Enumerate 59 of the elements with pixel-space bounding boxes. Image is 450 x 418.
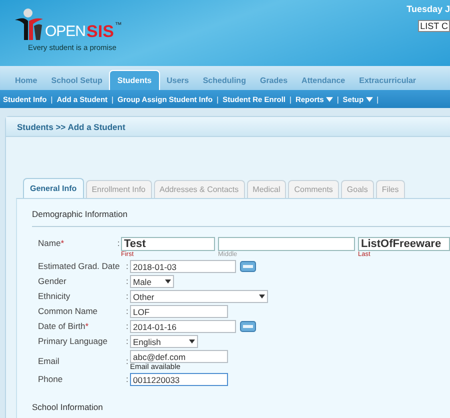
tab[interactable]: Enrollment Info [86,180,152,198]
nav-tab[interactable]: School Setup [44,71,110,90]
field-label: Email [38,355,60,366]
text-input[interactable]: LOF [130,305,228,318]
colon: : [126,260,130,271]
colon: : [117,237,121,248]
nav-tab[interactable]: Grades [252,71,295,90]
dropdown[interactable]: English [130,335,198,348]
calendar-icon[interactable] [240,261,256,272]
colon: : [126,355,130,366]
school-dropdown[interactable]: LIST C [418,20,450,32]
section-title: Demographic Information [32,209,128,219]
breadcrumb: Students >> Add a Student [17,122,126,132]
caret-icon [259,294,265,299]
caret-icon [366,96,373,102]
calendar-icon[interactable] [240,321,256,332]
field-label: Ethnicity [38,290,72,301]
nav-tab[interactable]: Attendance [294,71,352,90]
field-label: Name* [38,237,65,248]
field-label: Gender [38,275,68,286]
section-title: School Information [32,402,104,412]
colon: : [126,305,130,316]
dropdown[interactable]: Other [130,290,268,303]
field-label: Primary Language [38,335,108,346]
colon: : [126,290,130,301]
name-input[interactable]: Test [121,237,215,251]
figure-logo-icon [14,8,44,42]
tab[interactable]: Comments [288,180,339,198]
field-label: Phone [38,373,64,384]
colon: : [126,335,130,346]
caret-icon [189,339,195,344]
date-input[interactable]: 2018-01-03 [130,260,236,273]
logo-text: OPEN [45,24,86,39]
tab[interactable]: Medical [246,180,286,198]
name-input[interactable]: ListOfFreeware [358,237,450,251]
nav-tab[interactable]: Extracurricular [352,71,424,90]
tab[interactable]: Addresses & Contacts [154,180,245,198]
field-label: Common Name [38,305,99,316]
tab[interactable]: Goals [340,180,374,198]
text-input[interactable]: abc@def.com [130,350,228,363]
field-label: Estimated Grad. Date [38,260,121,271]
nav-tab[interactable]: Users [160,71,196,90]
logo-text: SIS [86,23,114,40]
date-text: Tuesday J [406,4,450,14]
name-input[interactable] [218,237,355,251]
nav-tab[interactable]: Home [8,71,44,90]
caret-icon [326,96,333,102]
nav-tab[interactable]: Students [109,70,160,90]
colon: : [126,275,130,286]
dropdown[interactable]: Male [130,275,174,288]
nav-tab[interactable]: Scheduling [196,71,253,90]
text-input[interactable]: 0011220033 [130,373,228,386]
tab[interactable]: Files [376,180,405,198]
date-input[interactable]: 2014-01-16 [130,320,236,333]
caret-icon [165,279,171,284]
field-label: Date of Birth* [38,320,90,331]
colon: : [126,320,130,331]
tab[interactable]: General Info [23,178,84,198]
colon: : [126,373,130,384]
